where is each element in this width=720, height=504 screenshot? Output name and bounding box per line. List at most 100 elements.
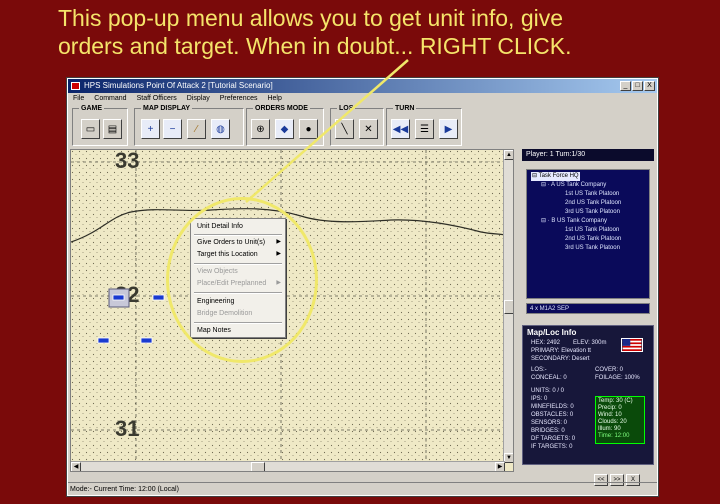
conceal-value: CONCEAL: 0 bbox=[531, 375, 567, 381]
los-icon[interactable]: ╲ bbox=[335, 119, 354, 139]
tree-node-b-1st-platoon[interactable]: 1st US Tank Platoon bbox=[565, 226, 619, 235]
toolbar-group-turn: TURN ◀◀ ☰ ▶ bbox=[386, 104, 462, 146]
los-clear-icon[interactable]: ✕ bbox=[359, 119, 378, 139]
status-bar: Mode:- Current Time: 12:00 (Local) bbox=[68, 482, 657, 496]
menu-item-view-objects[interactable]: View Objects bbox=[191, 266, 285, 277]
obstacles-value: OBSTACLES: 0 bbox=[531, 412, 574, 418]
side-panel: Player: 1 Turn:1/30 ⊟ Task Force HQ ⊟ · … bbox=[522, 149, 654, 493]
if-targets-value: IF TARGETS: 0 bbox=[531, 444, 573, 450]
selected-unit-box: 4 x M1A2 SEP bbox=[526, 303, 650, 314]
menu-item-target-location[interactable]: Target this Location ▶ bbox=[191, 249, 285, 260]
menu-separator bbox=[194, 263, 282, 265]
weather-clouds: Clouds: 20 bbox=[598, 419, 627, 425]
vertical-scroll-thumb[interactable] bbox=[504, 300, 513, 314]
weather-wind: Wind: 10 bbox=[598, 412, 622, 418]
menu-item-place-edit-preplanned[interactable]: Place/Edit Preplanned ▶ bbox=[191, 278, 285, 289]
zoom-out-icon[interactable]: − bbox=[163, 119, 182, 139]
group-title-orders-mode: ORDERS MODE bbox=[253, 104, 310, 113]
menu-item-label: Give Orders to Unit(s) bbox=[197, 239, 266, 246]
weather-box: Temp: 30 (C) Precip: 0 Wind: 10 Clouds: … bbox=[595, 396, 645, 444]
df-targets-value: DF TARGETS: 0 bbox=[531, 436, 576, 442]
horizontal-scroll-thumb[interactable] bbox=[251, 462, 265, 471]
toolbar-group-orders-mode: ORDERS MODE ⊕ ◆ ● bbox=[246, 104, 324, 146]
toolbar-group-map-display: MAP DISPLAY + − ⁄ ◍ bbox=[134, 104, 244, 146]
submenu-arrow-icon: ▶ bbox=[276, 239, 281, 245]
menu-item-label: Unit Detail Info bbox=[197, 223, 243, 230]
scroll-left-arrow[interactable]: ◀ bbox=[71, 462, 81, 471]
menu-item-bridge-demolition[interactable]: Bridge Demolition bbox=[191, 308, 285, 319]
rewind-icon[interactable]: ◀◀ bbox=[391, 119, 410, 139]
scroll-right-arrow[interactable]: ▶ bbox=[495, 462, 505, 471]
menu-item-unit-detail-info[interactable]: Unit Detail Info bbox=[191, 221, 285, 232]
scroll-down-arrow[interactable]: ▼ bbox=[504, 453, 513, 463]
close-button[interactable]: X bbox=[644, 81, 655, 91]
unit-counter[interactable] bbox=[112, 294, 125, 301]
group-title-map-display: MAP DISPLAY bbox=[141, 104, 193, 113]
stop-icon[interactable]: ● bbox=[299, 119, 318, 139]
tree-node-b-company[interactable]: ⊟ · B US Tank Company bbox=[541, 217, 607, 226]
tree-node-task-force-hq[interactable]: ⊟ Task Force HQ bbox=[531, 172, 580, 181]
window-title: HPS Simulations Point Of Attack 2 [Tutor… bbox=[84, 81, 273, 90]
tree-node-label: B US Tank Company bbox=[551, 218, 607, 224]
tree-node-a-3rd-platoon[interactable]: 3rd US Tank Platoon bbox=[565, 208, 620, 217]
tree-node-a-company[interactable]: ⊟ · A US Tank Company bbox=[541, 181, 606, 190]
weather-precip: Precip: 0 bbox=[598, 405, 622, 411]
unit-counter[interactable] bbox=[140, 337, 153, 344]
toolbar-group-game: GAME ▭ ▤ bbox=[72, 104, 128, 146]
menu-item-label: View Objects bbox=[197, 268, 238, 275]
menu-separator bbox=[194, 292, 282, 294]
menu-item-give-orders[interactable]: Give Orders to Unit(s) ▶ bbox=[191, 237, 285, 248]
play-icon[interactable]: ▶ bbox=[439, 119, 458, 139]
crosshair-icon[interactable]: ⊕ bbox=[251, 119, 270, 139]
menu-separator bbox=[194, 322, 282, 324]
hex-label-33: 33 bbox=[115, 150, 139, 173]
menu-item-label: Map Notes bbox=[197, 327, 231, 334]
maximize-button[interactable]: □ bbox=[632, 81, 643, 91]
caption-line-2: orders and target. When in doubt... RIGH… bbox=[58, 33, 572, 59]
tree-node-label: Task Force HQ bbox=[538, 173, 579, 179]
map-canvas[interactable]: 33 32 31 bbox=[71, 150, 505, 462]
menu-item-map-notes[interactable]: Map Notes bbox=[191, 325, 285, 336]
menu-item-label: Target this Location bbox=[197, 251, 258, 258]
menu-icon[interactable]: ☰ bbox=[415, 119, 434, 139]
tree-node-label: A US Tank Company bbox=[551, 182, 607, 188]
minefields-value: MINEFIELDS: 0 bbox=[531, 404, 574, 410]
los-value: LOS:- bbox=[531, 367, 547, 373]
tree-node-b-3rd-platoon[interactable]: 3rd US Tank Platoon bbox=[565, 244, 620, 253]
menu-item-engineering[interactable]: Engineering bbox=[191, 296, 285, 307]
foliage-value: FOILAGE: 100% bbox=[595, 375, 640, 381]
submenu-arrow-icon: ▶ bbox=[276, 280, 281, 286]
menu-item-label: Bridge Demolition bbox=[197, 310, 253, 317]
secondary-terrain: SECONDARY: Desert bbox=[531, 356, 590, 362]
ruler-icon[interactable]: ⁄ bbox=[187, 119, 206, 139]
hex-label-31: 31 bbox=[115, 416, 139, 441]
tree-node-a-1st-platoon[interactable]: 1st US Tank Platoon bbox=[565, 190, 619, 199]
weather-time: Time: 12:00 bbox=[598, 433, 630, 439]
map-vertical-scrollbar[interactable]: ▲ ▼ bbox=[503, 150, 513, 463]
map-info-title: Map/Loc Info bbox=[527, 328, 577, 337]
tree-node-a-2nd-platoon[interactable]: 2nd US Tank Platoon bbox=[565, 199, 621, 208]
window-icon[interactable]: ▭ bbox=[81, 119, 100, 139]
unit-counter[interactable] bbox=[97, 337, 110, 344]
scroll-up-arrow[interactable]: ▲ bbox=[504, 150, 513, 160]
globe-icon[interactable]: ◍ bbox=[211, 119, 230, 139]
minimize-button[interactable]: _ bbox=[620, 81, 631, 91]
ips-value: IPS: 0 bbox=[531, 396, 548, 402]
app-window: HPS Simulations Point Of Attack 2 [Tutor… bbox=[66, 77, 659, 497]
group-title-game: GAME bbox=[79, 104, 104, 113]
menu-item-label: Engineering bbox=[197, 298, 235, 305]
bridges-value: BRIDGES: 0 bbox=[531, 428, 565, 434]
us-flag-icon bbox=[621, 338, 643, 352]
map-horizontal-scrollbar[interactable]: ◀ ▶ bbox=[71, 461, 505, 471]
units-value: UNITS: 0 / 0 bbox=[531, 388, 565, 394]
tree-node-b-2nd-platoon[interactable]: 2nd US Tank Platoon bbox=[565, 235, 621, 244]
disk-icon[interactable]: ▤ bbox=[103, 119, 122, 139]
map-view[interactable]: 33 32 31 ▲ ▼ ◀ ▶ bbox=[70, 149, 514, 472]
weather-temp: Temp: 30 (C) bbox=[598, 398, 633, 404]
move-icon[interactable]: ◆ bbox=[275, 119, 294, 139]
context-menu: Unit Detail Info Give Orders to Unit(s) ▶… bbox=[190, 218, 286, 338]
title-bar: HPS Simulations Point Of Attack 2 [Tutor… bbox=[68, 79, 657, 93]
zoom-in-icon[interactable]: + bbox=[141, 119, 160, 139]
unit-counter[interactable] bbox=[152, 294, 165, 301]
caption-line-1: This pop-up menu allows you to get unit … bbox=[58, 5, 564, 31]
